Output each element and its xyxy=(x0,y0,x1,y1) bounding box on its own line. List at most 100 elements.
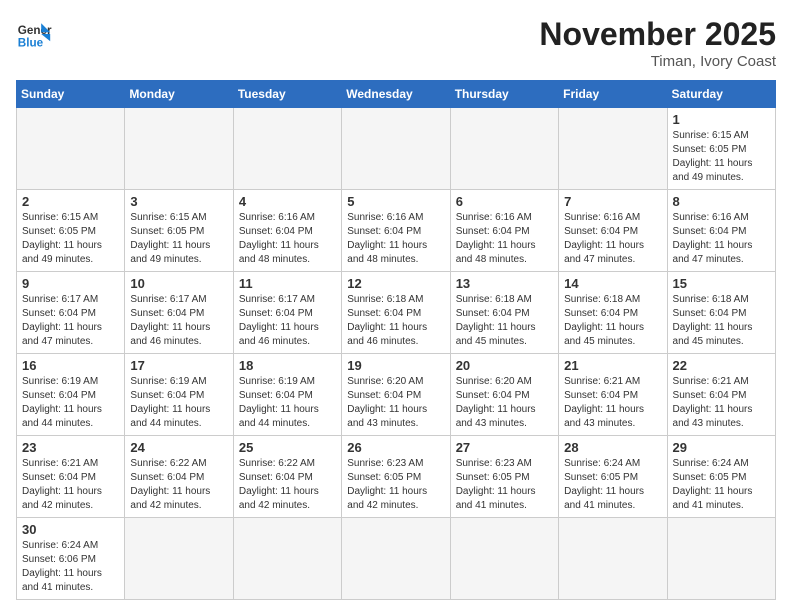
calendar-cell: 1Sunrise: 6:15 AM Sunset: 6:05 PM Daylig… xyxy=(667,108,775,190)
day-header-saturday: Saturday xyxy=(667,81,775,108)
day-number: 17 xyxy=(130,358,227,373)
day-info: Sunrise: 6:15 AM Sunset: 6:05 PM Dayligh… xyxy=(22,211,119,267)
calendar-cell xyxy=(125,108,233,190)
day-number: 11 xyxy=(239,276,336,291)
day-info: Sunrise: 6:16 AM Sunset: 6:04 PM Dayligh… xyxy=(564,211,661,267)
day-number: 8 xyxy=(673,194,770,209)
calendar-cell xyxy=(233,518,341,600)
calendar-cell: 22 Sunrise: 6:21 AM Sunset: 6:04 PM Dayli… xyxy=(667,354,775,436)
calendar-cell: 13 Sunrise: 6:18 AM Sunset: 6:04 PM Dayli… xyxy=(450,272,558,354)
calendar-cell: 2 Sunrise: 6:15 AM Sunset: 6:05 PM Daylig… xyxy=(17,190,125,272)
day-info: Sunrise: 6:20 AM Sunset: 6:04 PM Dayligh… xyxy=(456,375,553,431)
week-row-3: 9 Sunrise: 6:17 AM Sunset: 6:04 PM Daylig… xyxy=(17,272,776,354)
day-number: 16 xyxy=(22,358,119,373)
calendar-cell: 5 Sunrise: 6:16 AM Sunset: 6:04 PM Daylig… xyxy=(342,190,450,272)
calendar-cell: 29 Sunrise: 6:24 AM Sunset: 6:05 PM Dayli… xyxy=(667,436,775,518)
calendar-cell: 20 Sunrise: 6:20 AM Sunset: 6:04 PM Dayli… xyxy=(450,354,558,436)
calendar-table: SundayMondayTuesdayWednesdayThursdayFrid… xyxy=(16,80,776,600)
calendar-cell: 25Sunrise: 6:22 AM Sunset: 6:04 PM Dayli… xyxy=(233,436,341,518)
day-header-monday: Monday xyxy=(125,81,233,108)
day-number: 23 xyxy=(22,440,119,455)
day-info: Sunrise: 6:16 AM Sunset: 6:04 PM Dayligh… xyxy=(239,211,336,267)
day-number: 30 xyxy=(22,522,119,537)
day-number: 22 xyxy=(673,358,770,373)
day-number: 2 xyxy=(22,194,119,209)
calendar-cell: 17 Sunrise: 6:19 AM Sunset: 6:04 PM Dayli… xyxy=(125,354,233,436)
calendar-cell: 28Sunrise: 6:24 AM Sunset: 6:05 PM Dayli… xyxy=(559,436,667,518)
title-block: November 2025 Timan, Ivory Coast xyxy=(539,16,776,70)
day-number: 27 xyxy=(456,440,553,455)
day-number: 7 xyxy=(564,194,661,209)
day-info: Sunrise: 6:22 AM Sunset: 6:04 PM Dayligh… xyxy=(239,457,336,513)
day-info: Sunrise: 6:19 AM Sunset: 6:04 PM Dayligh… xyxy=(130,375,227,431)
day-number: 6 xyxy=(456,194,553,209)
day-info: Sunrise: 6:19 AM Sunset: 6:04 PM Dayligh… xyxy=(239,375,336,431)
calendar-cell: 15Sunrise: 6:18 AM Sunset: 6:04 PM Dayli… xyxy=(667,272,775,354)
calendar-cell: 7 Sunrise: 6:16 AM Sunset: 6:04 PM Daylig… xyxy=(559,190,667,272)
logo: General Blue xyxy=(16,16,52,52)
day-number: 4 xyxy=(239,194,336,209)
week-row-5: 23 Sunrise: 6:21 AM Sunset: 6:04 PM Dayli… xyxy=(17,436,776,518)
calendar-cell xyxy=(450,108,558,190)
day-header-wednesday: Wednesday xyxy=(342,81,450,108)
week-row-1: 1Sunrise: 6:15 AM Sunset: 6:05 PM Daylig… xyxy=(17,108,776,190)
day-number: 19 xyxy=(347,358,444,373)
day-number: 21 xyxy=(564,358,661,373)
day-info: Sunrise: 6:17 AM Sunset: 6:04 PM Dayligh… xyxy=(130,293,227,349)
day-number: 13 xyxy=(456,276,553,291)
calendar-cell xyxy=(125,518,233,600)
day-number: 24 xyxy=(130,440,227,455)
calendar-cell: 12 Sunrise: 6:18 AM Sunset: 6:04 PM Dayli… xyxy=(342,272,450,354)
calendar-cell xyxy=(559,518,667,600)
day-info: Sunrise: 6:18 AM Sunset: 6:04 PM Dayligh… xyxy=(564,293,661,349)
location-subtitle: Timan, Ivory Coast xyxy=(539,53,776,70)
day-header-thursday: Thursday xyxy=(450,81,558,108)
day-info: Sunrise: 6:24 AM Sunset: 6:05 PM Dayligh… xyxy=(673,457,770,513)
day-number: 3 xyxy=(130,194,227,209)
day-info: Sunrise: 6:18 AM Sunset: 6:04 PM Dayligh… xyxy=(673,293,770,349)
day-number: 18 xyxy=(239,358,336,373)
day-info: Sunrise: 6:16 AM Sunset: 6:04 PM Dayligh… xyxy=(456,211,553,267)
day-info: Sunrise: 6:16 AM Sunset: 6:04 PM Dayligh… xyxy=(347,211,444,267)
svg-text:Blue: Blue xyxy=(18,37,44,50)
calendar-cell: 4 Sunrise: 6:16 AM Sunset: 6:04 PM Daylig… xyxy=(233,190,341,272)
week-row-6: 30Sunrise: 6:24 AM Sunset: 6:06 PM Dayli… xyxy=(17,518,776,600)
calendar-cell xyxy=(342,108,450,190)
days-header-row: SundayMondayTuesdayWednesdayThursdayFrid… xyxy=(17,81,776,108)
day-info: Sunrise: 6:16 AM Sunset: 6:04 PM Dayligh… xyxy=(673,211,770,267)
calendar-cell xyxy=(233,108,341,190)
calendar-cell: 9 Sunrise: 6:17 AM Sunset: 6:04 PM Daylig… xyxy=(17,272,125,354)
calendar-cell: 24Sunrise: 6:22 AM Sunset: 6:04 PM Dayli… xyxy=(125,436,233,518)
day-number: 14 xyxy=(564,276,661,291)
day-number: 9 xyxy=(22,276,119,291)
day-number: 5 xyxy=(347,194,444,209)
day-number: 29 xyxy=(673,440,770,455)
calendar-cell: 21Sunrise: 6:21 AM Sunset: 6:04 PM Dayli… xyxy=(559,354,667,436)
calendar-cell: 3 Sunrise: 6:15 AM Sunset: 6:05 PM Daylig… xyxy=(125,190,233,272)
day-info: Sunrise: 6:19 AM Sunset: 6:04 PM Dayligh… xyxy=(22,375,119,431)
day-info: Sunrise: 6:18 AM Sunset: 6:04 PM Dayligh… xyxy=(456,293,553,349)
week-row-2: 2 Sunrise: 6:15 AM Sunset: 6:05 PM Daylig… xyxy=(17,190,776,272)
day-number: 12 xyxy=(347,276,444,291)
calendar-cell xyxy=(342,518,450,600)
calendar-cell: 10Sunrise: 6:17 AM Sunset: 6:04 PM Dayli… xyxy=(125,272,233,354)
calendar-cell xyxy=(559,108,667,190)
day-info: Sunrise: 6:18 AM Sunset: 6:04 PM Dayligh… xyxy=(347,293,444,349)
day-number: 20 xyxy=(456,358,553,373)
day-header-sunday: Sunday xyxy=(17,81,125,108)
calendar-cell: 6 Sunrise: 6:16 AM Sunset: 6:04 PM Daylig… xyxy=(450,190,558,272)
day-info: Sunrise: 6:15 AM Sunset: 6:05 PM Dayligh… xyxy=(130,211,227,267)
day-info: Sunrise: 6:20 AM Sunset: 6:04 PM Dayligh… xyxy=(347,375,444,431)
calendar-cell xyxy=(450,518,558,600)
day-info: Sunrise: 6:17 AM Sunset: 6:04 PM Dayligh… xyxy=(22,293,119,349)
calendar-cell xyxy=(17,108,125,190)
week-row-4: 16 Sunrise: 6:19 AM Sunset: 6:04 PM Dayli… xyxy=(17,354,776,436)
day-info: Sunrise: 6:23 AM Sunset: 6:05 PM Dayligh… xyxy=(347,457,444,513)
day-number: 1 xyxy=(673,112,770,127)
calendar-cell: 11Sunrise: 6:17 AM Sunset: 6:04 PM Dayli… xyxy=(233,272,341,354)
day-info: Sunrise: 6:21 AM Sunset: 6:04 PM Dayligh… xyxy=(22,457,119,513)
calendar-cell: 19 Sunrise: 6:20 AM Sunset: 6:04 PM Dayli… xyxy=(342,354,450,436)
month-title: November 2025 xyxy=(539,16,776,53)
calendar-cell: 26Sunrise: 6:23 AM Sunset: 6:05 PM Dayli… xyxy=(342,436,450,518)
day-info: Sunrise: 6:21 AM Sunset: 6:04 PM Dayligh… xyxy=(673,375,770,431)
